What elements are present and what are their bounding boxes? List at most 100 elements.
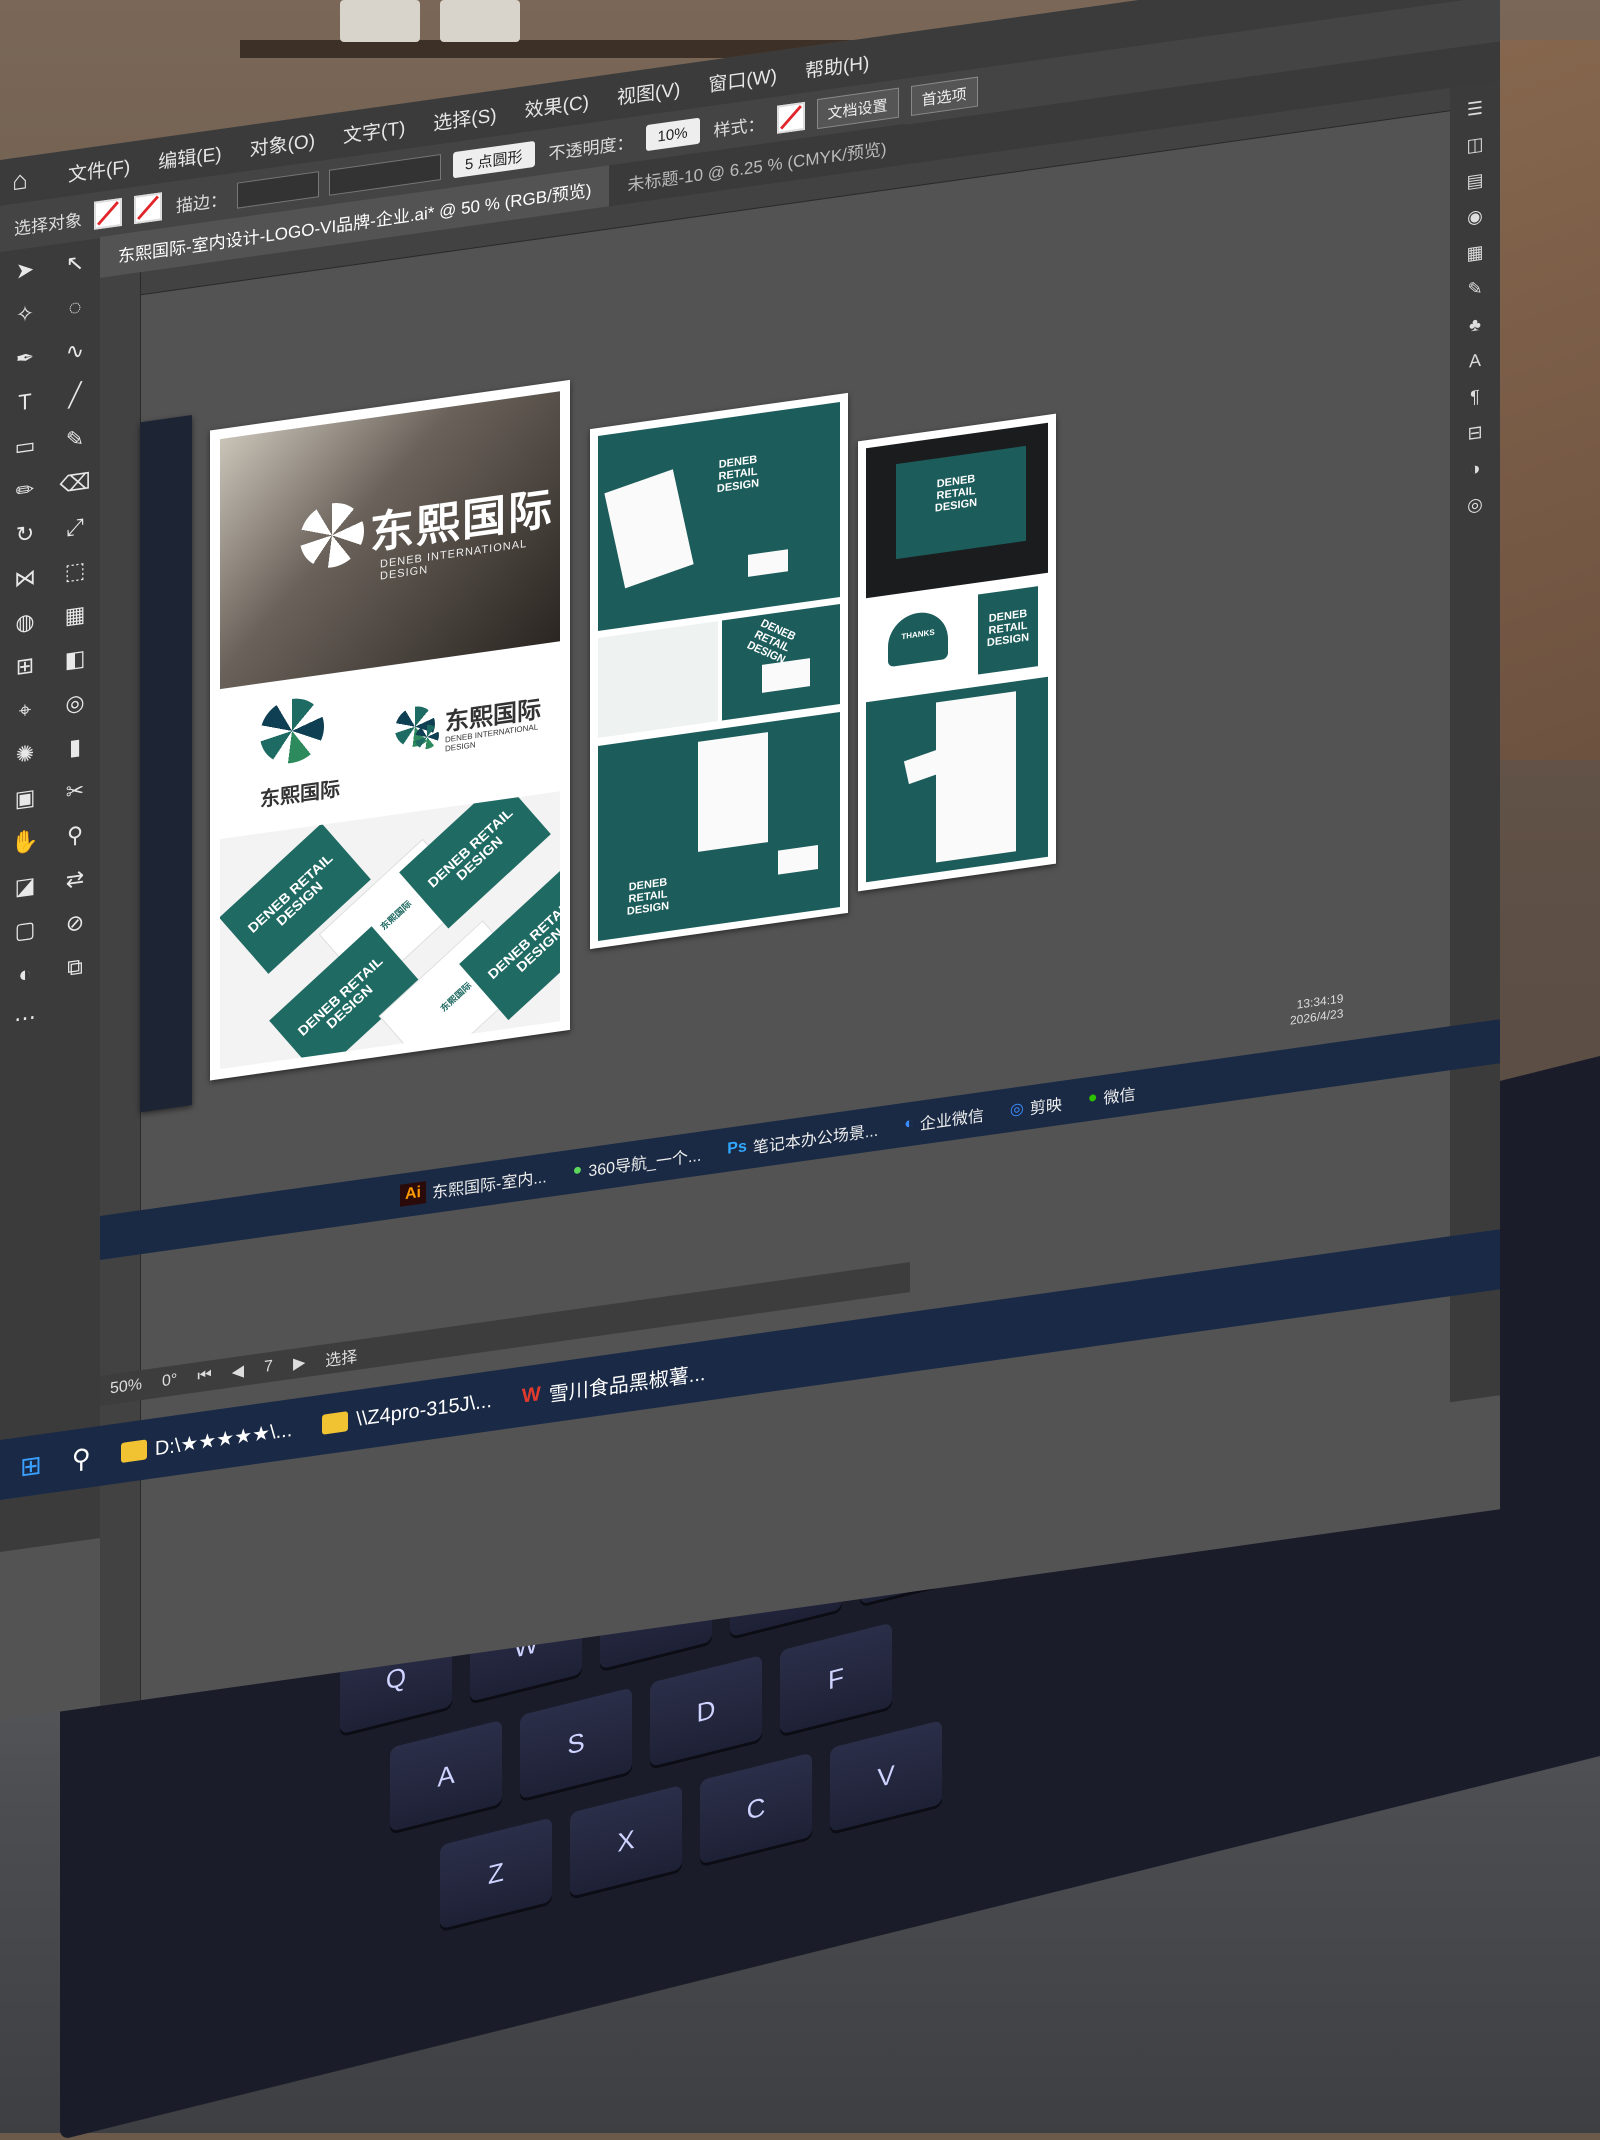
type-tool-icon[interactable]: T	[11, 387, 39, 419]
fill-swatch[interactable]	[94, 197, 122, 230]
rotation-value[interactable]: 0°	[162, 1371, 177, 1391]
key[interactable]: X	[570, 1784, 682, 1897]
zoom-tool-icon[interactable]: ⚲	[61, 819, 89, 851]
menu-help[interactable]: 帮助(H)	[805, 47, 869, 83]
color-icon[interactable]: ◉	[1464, 205, 1486, 230]
swatches-icon[interactable]: ▦	[1464, 241, 1486, 266]
rotate-icon[interactable]: ↻	[11, 519, 39, 551]
home-icon[interactable]: ⌂	[0, 162, 40, 199]
wechat-icon: ●	[1087, 1088, 1098, 1108]
taskbar-item-photoshop[interactable]: Ps 笔记本办公场景...	[727, 1117, 878, 1162]
artboard-applications[interactable]: DENEB RETAIL DESIGN THANKS DENEB RETAIL …	[858, 413, 1056, 892]
eyedropper-icon[interactable]: ⌖	[11, 695, 39, 727]
stroke-width-field[interactable]	[237, 171, 319, 209]
windows-start-icon[interactable]: ⊞	[20, 1449, 42, 1483]
menu-view[interactable]: 视图(V)	[617, 74, 680, 110]
width-tool-icon[interactable]: ⋈	[11, 563, 39, 595]
next-artboard-icon[interactable]: ▶	[293, 1352, 305, 1374]
brushes-icon[interactable]: ✎	[1464, 277, 1486, 302]
selection-tool-icon[interactable]: ➤	[11, 255, 39, 287]
brush-tool-icon[interactable]: ✎	[61, 423, 89, 455]
stroke-swatch[interactable]	[134, 192, 162, 225]
taskbar-wps[interactable]: W 雪川食品黑椒薯...	[522, 1356, 706, 1411]
first-artboard-icon[interactable]: ⏮	[197, 1366, 211, 1386]
key[interactable]: A	[390, 1719, 502, 1832]
menu-type[interactable]: 文字(T)	[343, 113, 405, 149]
scale-icon[interactable]: ⤢	[61, 511, 89, 543]
brush-definition-select[interactable]: 5 点圆形	[453, 140, 535, 179]
artboard-stationery[interactable]: DENEB RETAIL DESIGN DENEB RETAIL DESIGN …	[590, 392, 848, 950]
transparency-icon[interactable]: ◑	[1464, 457, 1486, 482]
artboard-partial[interactable]	[140, 415, 192, 1113]
variable-width-field[interactable]	[329, 154, 441, 196]
shape-builder-icon[interactable]: ◍	[11, 607, 39, 639]
properties-icon[interactable]: ☰	[1464, 97, 1486, 122]
graph-tool-icon[interactable]: ▮	[61, 731, 89, 763]
libraries-icon[interactable]: ▤	[1464, 169, 1486, 194]
taskbar-item-jianying[interactable]: ◎ 剪映	[1010, 1091, 1062, 1122]
symbol-sprayer-icon[interactable]: ✺	[11, 739, 39, 771]
gradient-icon[interactable]: ◧	[61, 643, 89, 675]
magic-wand-icon[interactable]: ✧	[11, 299, 39, 331]
preferences-button[interactable]: 首选项	[910, 76, 978, 117]
character-icon[interactable]: A	[1464, 349, 1486, 374]
rectangle-tool-icon[interactable]: ▭	[11, 431, 39, 463]
taskbar-item-360[interactable]: ● 360导航_一个...	[573, 1141, 702, 1183]
hand-tool-icon[interactable]: ✋	[11, 827, 39, 859]
artboard-logo[interactable]: 东熙国际 DENEB INTERNATIONAL DESIGN 东熙国际 东熙国…	[210, 379, 570, 1081]
key[interactable]: F	[780, 1622, 892, 1735]
symbols-icon[interactable]: ♣	[1464, 313, 1486, 338]
menu-window[interactable]: 窗口(W)	[708, 60, 777, 97]
taskbar-folder-d[interactable]: D:\★★★★★\...	[120, 1416, 292, 1465]
taskbar-folder-nas[interactable]: \\Z4pro-315J\...	[322, 1389, 492, 1436]
taskbar-item-wecom[interactable]: ◐ 企业微信	[904, 1102, 984, 1137]
free-transform-icon[interactable]: ⬚	[61, 555, 89, 587]
direct-selection-icon[interactable]: ↖	[61, 247, 89, 279]
key[interactable]: V	[830, 1720, 942, 1833]
style-swatch[interactable]	[776, 101, 805, 134]
more-tools-icon[interactable]: ⋯	[11, 1003, 39, 1035]
menu-select[interactable]: 选择(S)	[433, 100, 496, 136]
system-clock[interactable]: 13:34:19 2026/4/23	[1290, 991, 1343, 1029]
eraser-icon[interactable]: ⌫	[59, 467, 90, 499]
taskbar-item-wechat[interactable]: ● 微信	[1088, 1080, 1136, 1111]
none-color-icon[interactable]: ⊘	[61, 907, 89, 939]
lasso-icon[interactable]: ◌	[61, 291, 89, 323]
menu-effect[interactable]: 效果(C)	[525, 87, 589, 123]
screen-mode-icon[interactable]: ⧉	[61, 951, 89, 983]
paragraph-icon[interactable]: ¶	[1464, 385, 1486, 410]
taskbar-item-illustrator[interactable]: Ai 东熙国际-室内...	[400, 1163, 547, 1208]
curvature-icon[interactable]: ∿	[61, 335, 89, 367]
layers-icon[interactable]: ◫	[1464, 133, 1486, 158]
line-tool-icon[interactable]: ╱	[61, 379, 89, 411]
pen-tool-icon[interactable]: ✒	[11, 343, 39, 375]
key[interactable]: Z	[440, 1817, 552, 1930]
menu-file[interactable]: 文件(F)	[68, 151, 130, 187]
appearance-icon[interactable]: ◎	[1464, 493, 1486, 518]
pencil-icon[interactable]: ✏	[11, 475, 39, 507]
draw-mode-icon[interactable]: ◐	[11, 959, 39, 991]
slice-icon[interactable]: ✂	[61, 775, 89, 807]
prev-artboard-icon[interactable]: ◀	[232, 1361, 244, 1383]
business-card-pattern: DENEB RETAIL DESIGN 东熙国际 DENEB RETAIL DE…	[220, 791, 560, 1070]
menu-edit[interactable]: 编辑(E)	[158, 138, 221, 174]
blend-icon[interactable]: ◎	[61, 687, 89, 719]
menu-object[interactable]: 对象(O)	[250, 125, 315, 161]
color-mode-icon[interactable]: ▢	[11, 915, 39, 947]
opacity-field[interactable]: 10%	[645, 117, 700, 152]
vertical-ruler[interactable]	[100, 272, 141, 1706]
document-setup-button[interactable]: 文档设置	[816, 87, 899, 130]
zoom-level[interactable]: 50%	[110, 1376, 142, 1399]
mesh-icon[interactable]: ⊞	[11, 651, 39, 683]
key[interactable]: D	[650, 1654, 762, 1767]
artboard-tool-icon[interactable]: ▣	[11, 783, 39, 815]
search-icon[interactable]: ⚲	[72, 1442, 91, 1476]
artboard-number[interactable]: 7	[264, 1358, 273, 1377]
taskbar-label: 笔记本办公场景...	[752, 1122, 879, 1158]
key[interactable]: S	[520, 1687, 632, 1800]
perspective-icon[interactable]: ▦	[61, 599, 89, 631]
key[interactable]: C	[700, 1752, 812, 1865]
align-icon[interactable]: ⊟	[1464, 421, 1486, 446]
fill-stroke-icon[interactable]: ◪	[11, 871, 39, 903]
swap-icon[interactable]: ⇄	[61, 863, 89, 895]
